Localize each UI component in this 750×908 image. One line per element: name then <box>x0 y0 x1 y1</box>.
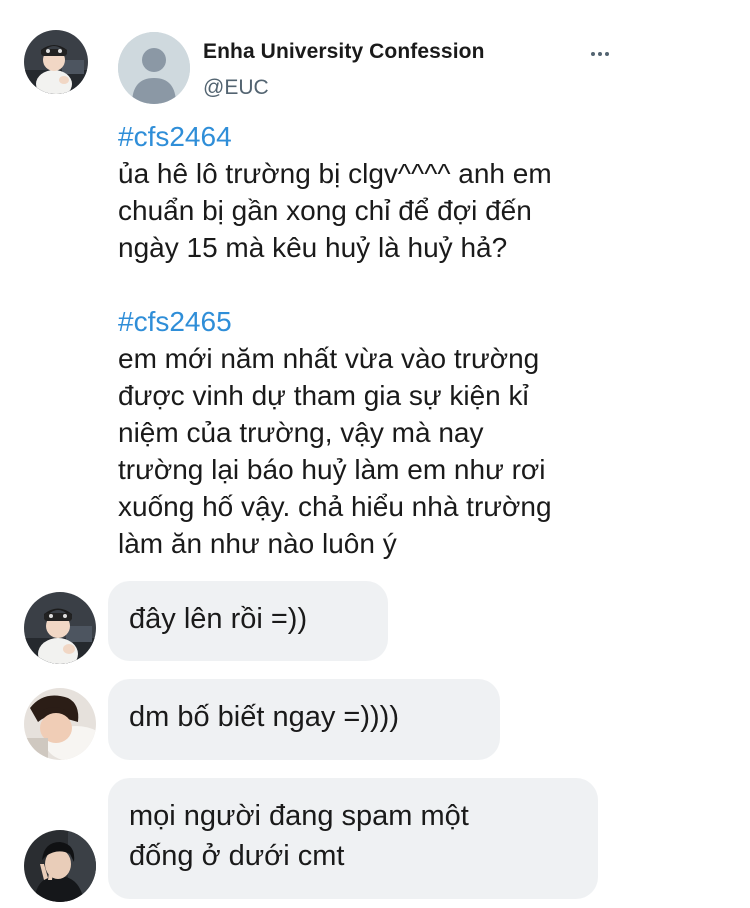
post-text-line: trường lại báo huỷ làm em như rơi <box>118 454 546 485</box>
post-text-line: xuống hố vậy. chả hiểu nhà trường <box>118 491 552 522</box>
commenter-avatar[interactable] <box>24 592 96 664</box>
hashtag-link[interactable]: #cfs2465 <box>118 303 618 340</box>
post-text-line: niệm của trường, vậy mà nay <box>118 417 484 448</box>
comment-bubble[interactable]: đây lên rồi =)) <box>108 581 388 661</box>
comment-text: đây lên rồi =)) <box>129 603 308 635</box>
post-text-line: làm ăn như nào luôn ý <box>118 528 397 559</box>
post-text-line: ủa hê lô trường bị clgv^^^^ anh em <box>118 158 552 189</box>
more-horizontal-icon[interactable] <box>586 40 614 68</box>
post-text-line: được vinh dự tham gia sự kiện kỉ <box>118 380 529 411</box>
comment-text: mọi người đang spam một <box>129 800 469 832</box>
comment-bubble[interactable]: dm bố biết ngay =)))) <box>108 679 500 760</box>
default-profile-avatar[interactable] <box>118 32 190 104</box>
hashtag-link[interactable]: #cfs2464 <box>118 118 618 155</box>
post-text: #cfs2464 ủa hê lô trường bị clgv^^^^ anh… <box>118 118 618 562</box>
post-text-line: ngày 15 mà kêu huỷ là huỷ hả? <box>118 232 508 263</box>
post-author-name[interactable]: Enha University Confession <box>203 40 485 64</box>
commenter-avatar[interactable] <box>24 688 96 760</box>
post-text-line: chuẩn bị gần xong chỉ để đợi đến <box>118 195 532 226</box>
comment-text: đống ở dưới cmt <box>129 840 345 872</box>
shared-post-card[interactable]: Enha University Confession @EUC #cfs2464… <box>108 18 618 580</box>
post-author-handle[interactable]: @EUC <box>203 76 269 100</box>
comment-text: dm bố biết ngay =)))) <box>129 701 399 733</box>
comment-bubble[interactable]: mọi người đang spam một đống ở dưới cmt <box>108 778 598 899</box>
post-text-line: em mới năm nhất vừa vào trường <box>118 343 540 374</box>
sender-avatar[interactable] <box>24 30 88 94</box>
commenter-avatar[interactable] <box>24 830 96 902</box>
